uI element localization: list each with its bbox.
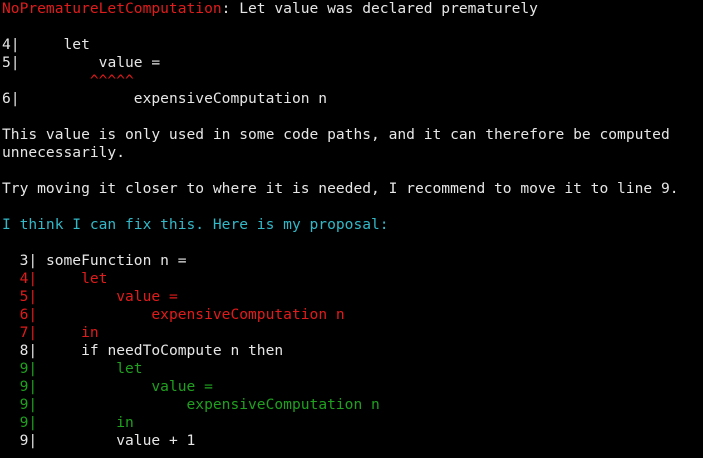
diff-line-removed: 5| value = <box>2 288 703 306</box>
diff-code: someFunction n = <box>37 252 187 269</box>
source-line: 6| expensiveComputation n <box>2 90 703 108</box>
diff-code: let <box>37 360 143 377</box>
diff-line-number: 9| <box>2 414 38 431</box>
diff-code: let <box>37 270 108 287</box>
error-caret: ^^^^^ <box>2 72 134 89</box>
diff-line-number: 5| <box>2 288 38 305</box>
diff-line-added: 9| let <box>2 360 703 378</box>
diff-line-context: 9| value + 1 <box>2 432 703 450</box>
suggestion-text: Try moving it closer to where it is need… <box>2 180 679 197</box>
diff-code: value = <box>37 288 178 305</box>
error-header: NoPrematureLetComputation: Let value was… <box>2 0 703 18</box>
diff-line-number: 9| <box>2 432 38 449</box>
diff-code: in <box>37 324 99 341</box>
proposal-intro: I think I can fix this. Here is my propo… <box>2 216 389 233</box>
diff-line-added: 9| value = <box>2 378 703 396</box>
diff-line-context: 3| someFunction n = <box>2 252 703 270</box>
diff-line-added: 9| in <box>2 414 703 432</box>
error-rule-name: NoPrematureLetComputation <box>2 0 222 17</box>
source-code: expensiveComputation n <box>19 90 328 107</box>
diff-line-number: 9| <box>2 360 38 377</box>
source-line: 5| value = <box>2 54 703 72</box>
diff-line-removed: 6| expensiveComputation n <box>2 306 703 324</box>
diff-line-number: 9| <box>2 396 38 413</box>
source-code: let <box>19 36 90 53</box>
error-message: : Let value was declared prematurely <box>221 0 538 17</box>
diff-block: 3| someFunction n = 4| let 5| value = 6|… <box>2 252 703 450</box>
diff-line-removed: 4| let <box>2 270 703 288</box>
diff-code: expensiveComputation n <box>37 306 345 323</box>
diff-code: in <box>37 414 134 431</box>
line-number: 4| <box>2 36 20 53</box>
explanation-line: This value is only used in some code pat… <box>2 126 670 143</box>
source-line: 4| let <box>2 36 703 54</box>
diff-line-number: 7| <box>2 324 38 341</box>
line-number: 5| <box>2 54 20 71</box>
diff-line-context: 8| if needToCompute n then <box>2 342 703 360</box>
terminal-window: NoPrematureLetComputation: Let value was… <box>0 0 703 458</box>
diff-code: expensiveComputation n <box>37 396 380 413</box>
diff-line-number: 4| <box>2 270 38 287</box>
error-caret-line: ^^^^^ <box>2 72 703 90</box>
diff-line-number: 6| <box>2 306 38 323</box>
diff-line-removed: 7| in <box>2 324 703 342</box>
explanation-line: unnecessarily. <box>2 144 126 161</box>
line-number: 6| <box>2 90 20 107</box>
diff-code: value + 1 <box>37 432 196 449</box>
diff-line-number: 3| <box>2 252 38 269</box>
diff-line-number: 8| <box>2 342 38 359</box>
diff-code: if needToCompute n then <box>37 342 284 359</box>
diff-line-added: 9| expensiveComputation n <box>2 396 703 414</box>
diff-line-number: 9| <box>2 378 38 395</box>
diff-code: value = <box>37 378 213 395</box>
source-code: value = <box>19 54 161 71</box>
